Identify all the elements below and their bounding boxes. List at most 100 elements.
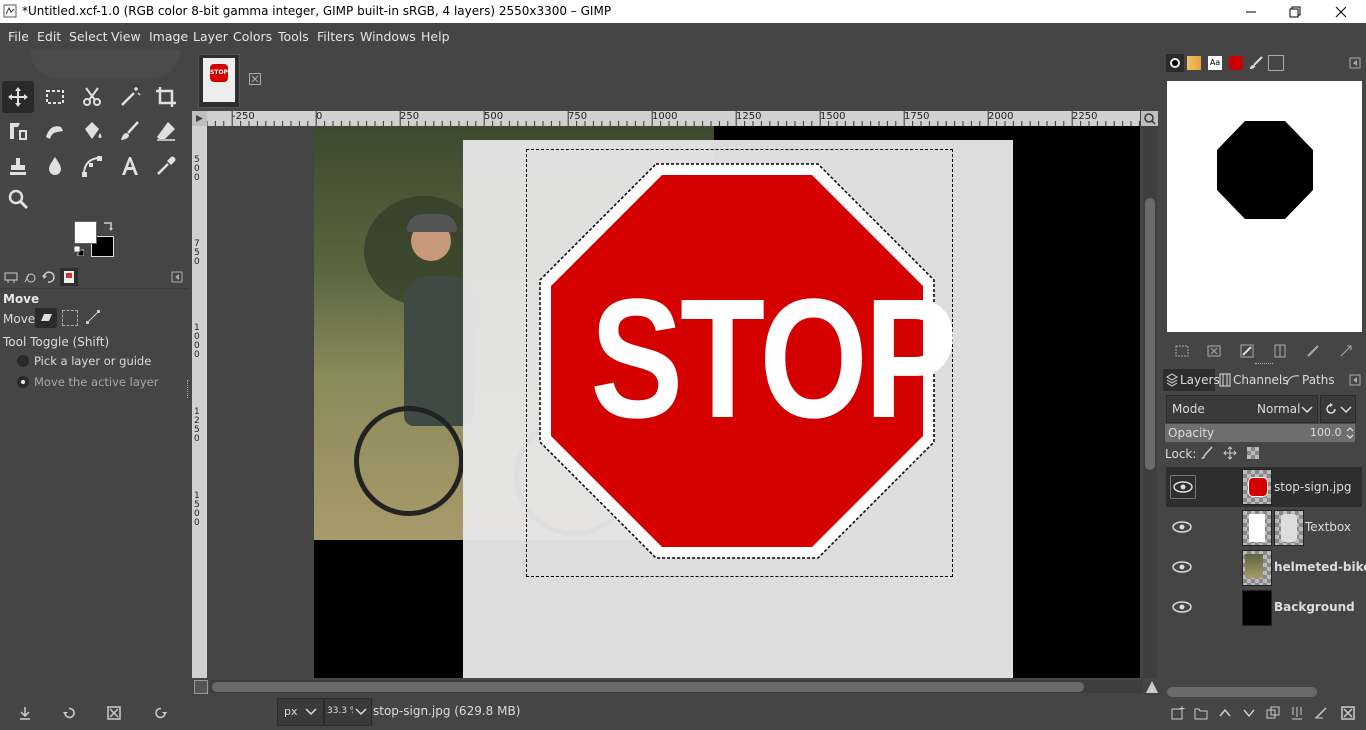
fonts-tab[interactable]: Aa	[1208, 56, 1222, 70]
spin-arrows-icon[interactable]	[1346, 426, 1354, 440]
delete-tool-preset-icon[interactable]	[107, 706, 121, 720]
menu-select[interactable]: Select	[69, 29, 108, 44]
move-tool-button[interactable]	[2, 81, 34, 113]
tab-channels[interactable]: Channels	[1217, 369, 1289, 391]
layer-row-textbox[interactable]: Textbox	[1166, 507, 1362, 547]
clone-tool-button[interactable]	[2, 150, 34, 182]
unit-selector[interactable]: px	[277, 698, 324, 726]
paths-tool-button[interactable]	[76, 150, 108, 182]
mode-reset-button[interactable]	[1320, 395, 1356, 423]
menu-layer[interactable]: Layer	[193, 29, 228, 44]
layers-hscrollbar[interactable]	[1167, 687, 1317, 697]
opacity-slider[interactable]: Opacity 100.0	[1165, 424, 1355, 442]
lock-alpha-toggle[interactable]	[1247, 447, 1259, 459]
brush-copy-location-icon[interactable]	[1273, 344, 1287, 358]
undo-history-tab-icon[interactable]	[41, 270, 55, 284]
menu-file[interactable]: File	[8, 29, 29, 44]
tab-layers[interactable]: Layers	[1163, 369, 1220, 391]
layer-name[interactable]: stop-sign.jpg	[1274, 480, 1351, 494]
gradients-tab[interactable]	[1187, 56, 1201, 70]
brush-delete-icon[interactable]	[1306, 344, 1320, 358]
new-layer-group-button[interactable]	[1194, 706, 1208, 720]
color-picker-tool-button[interactable]	[150, 150, 182, 182]
horizontal-scrollbar-thumb[interactable]	[212, 682, 1084, 692]
vertical-scrollbar-thumb[interactable]	[1145, 198, 1155, 470]
lock-pixels-toggle[interactable]	[1200, 446, 1214, 460]
configure-tab-icon[interactable]	[171, 271, 183, 283]
foreground-color-swatch[interactable]	[74, 221, 97, 244]
device-status-tab-icon[interactable]	[23, 270, 37, 284]
move-path-mode-button[interactable]	[85, 309, 101, 325]
brush-duplicate-icon[interactable]	[1240, 344, 1254, 358]
raise-layer-button[interactable]	[1218, 706, 1232, 720]
menu-windows[interactable]: Windows	[360, 29, 416, 44]
menu-image[interactable]: Image	[149, 29, 188, 44]
canvas-viewport[interactable]: STOP	[207, 126, 1140, 678]
opacity-value[interactable]: 100.0	[1310, 426, 1342, 439]
minimize-button[interactable]	[1228, 0, 1274, 23]
layer-mode-selector[interactable]: Mode Normal	[1166, 395, 1318, 423]
radio-pick-layer-label[interactable]: Pick a layer or guide	[34, 354, 151, 368]
visibility-eye-icon[interactable]	[1172, 597, 1192, 617]
paintbrush-tool-button[interactable]	[114, 115, 146, 147]
reset-tool-options-icon[interactable]	[154, 706, 168, 720]
move-layer-mode-button[interactable]	[35, 308, 57, 328]
horizontal-scrollbar[interactable]	[210, 680, 1143, 693]
navigate-corner-button[interactable]	[192, 111, 207, 126]
brush-refresh-icon[interactable]	[1339, 344, 1353, 358]
tool-options-tab-icon[interactable]	[4, 270, 18, 284]
tab-paths[interactable]: Paths	[1284, 369, 1335, 391]
eraser-tool-button[interactable]	[150, 115, 182, 147]
zoom-tool-button[interactable]	[2, 183, 34, 215]
close-image-tab-button[interactable]	[249, 73, 261, 85]
duplicate-layer-button[interactable]	[1266, 706, 1280, 720]
radio-pick-layer[interactable]	[17, 355, 29, 367]
quick-mask-toggle[interactable]	[194, 680, 208, 694]
patterns-tab[interactable]	[1229, 56, 1243, 70]
new-layer-button[interactable]	[1171, 706, 1185, 720]
brush-edit-icon[interactable]	[1175, 344, 1189, 358]
bucket-fill-tool-button[interactable]	[76, 115, 108, 147]
move-selection-mode-button[interactable]	[62, 310, 78, 326]
rect-select-tool-button[interactable]	[39, 81, 71, 113]
layer-row-background[interactable]: Background	[1166, 587, 1362, 627]
brush-new-icon[interactable]	[1207, 344, 1221, 358]
navigate-image-icon[interactable]	[1145, 680, 1159, 694]
menu-help[interactable]: Help	[421, 29, 450, 44]
menu-filters[interactable]: Filters	[317, 29, 354, 44]
fuzzy-select-tool-button[interactable]	[114, 81, 146, 113]
paint-dynamics-tab[interactable]	[1249, 56, 1263, 70]
images-tab-icon[interactable]	[60, 268, 78, 286]
default-colors-icon[interactable]	[73, 245, 85, 257]
zoom-fit-button[interactable]	[1141, 111, 1158, 126]
layer-name[interactable]: Background	[1274, 600, 1355, 614]
menu-tools[interactable]: Tools	[278, 29, 309, 44]
layer-row-stop-sign[interactable]: stop-sign.jpg	[1166, 467, 1362, 507]
dock-splitter[interactable]	[1255, 363, 1273, 366]
menu-view[interactable]: View	[111, 29, 141, 44]
layer-name[interactable]: Textbox	[1305, 520, 1351, 534]
lock-position-toggle[interactable]	[1223, 446, 1237, 460]
radio-move-active-layer-label[interactable]: Move the active layer	[34, 375, 158, 389]
images-tab[interactable]	[1268, 55, 1284, 71]
image-tab[interactable]: STOP	[198, 54, 240, 108]
delete-layer-button[interactable]	[1341, 706, 1355, 720]
visibility-eye-icon[interactable]	[1172, 517, 1192, 537]
radio-move-active-layer[interactable]	[17, 376, 29, 388]
crop-tool-button[interactable]	[150, 81, 182, 113]
toolbox-splitter[interactable]	[187, 380, 191, 398]
text-tool-button[interactable]	[114, 150, 146, 182]
zoom-value[interactable]: 33.3 %	[327, 706, 353, 716]
unified-transform-tool-button[interactable]	[2, 115, 34, 147]
layer-row-helmeted-biker[interactable]: helmeted-biker	[1166, 547, 1366, 587]
swap-colors-icon[interactable]	[102, 220, 114, 232]
visibility-eye-icon[interactable]	[1170, 475, 1196, 499]
save-tool-preset-icon[interactable]	[18, 706, 32, 720]
close-window-button[interactable]	[1318, 0, 1364, 23]
smudge-tool-button[interactable]	[39, 150, 71, 182]
menu-colors[interactable]: Colors	[233, 29, 272, 44]
warp-transform-tool-button[interactable]	[39, 115, 71, 147]
layer-mask-button[interactable]	[1314, 706, 1328, 720]
dock-configure-icon[interactable]	[1349, 57, 1361, 69]
restore-tool-preset-icon[interactable]	[62, 706, 76, 720]
